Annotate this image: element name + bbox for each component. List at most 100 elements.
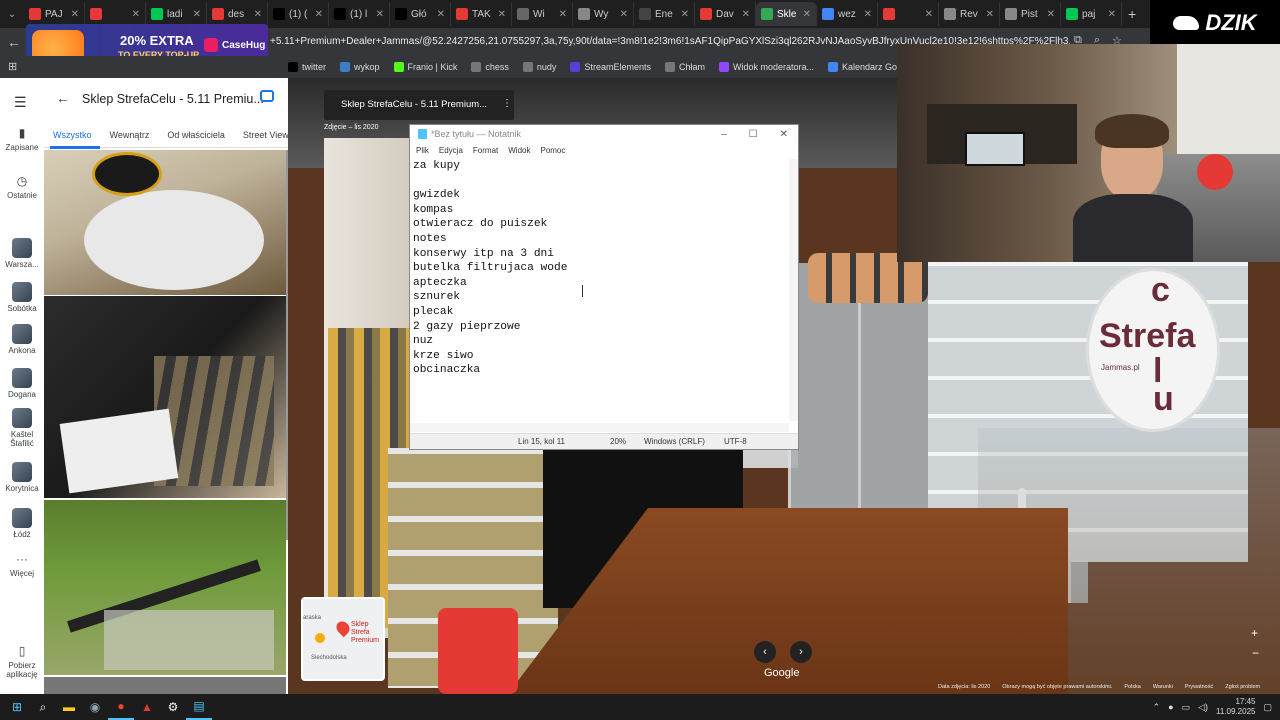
- tab-close-icon[interactable]: ✕: [132, 9, 140, 20]
- photo-rifle[interactable]: [44, 500, 286, 675]
- settings-icon[interactable]: ⚙: [160, 694, 186, 720]
- tab-close-icon[interactable]: ✕: [559, 9, 567, 20]
- app-icon-2[interactable]: ▲: [134, 694, 160, 720]
- browser-tab[interactable]: (1) (✕: [268, 2, 329, 26]
- tab-close-icon[interactable]: ✕: [803, 9, 811, 20]
- file-explorer-icon[interactable]: ▬: [56, 694, 82, 720]
- rail-item[interactable]: ▯ Pobierz aplikację: [0, 644, 44, 679]
- minimap[interactable]: araska Sklep Strefa Premium Siechodolska: [301, 597, 385, 681]
- tab-close-icon[interactable]: ✕: [742, 9, 750, 20]
- rail-item[interactable]: Dogana: [0, 368, 44, 399]
- network-icon[interactable]: ▭: [1182, 702, 1191, 713]
- rail-item[interactable]: ▮ Zapisane: [0, 126, 44, 152]
- search-icon[interactable]: ⌕: [30, 694, 56, 720]
- rail-item[interactable]: Sobótka: [0, 282, 44, 313]
- browser-tab[interactable]: Głó ✕: [390, 2, 451, 26]
- photo-next[interactable]: [44, 677, 286, 694]
- notepad-hscrollbar[interactable]: [410, 423, 789, 432]
- tab-close-icon[interactable]: ✕: [1047, 9, 1055, 20]
- browser-tab[interactable]: des ✕: [207, 2, 268, 26]
- bookmark-item[interactable]: chess: [471, 62, 509, 72]
- browser-tab[interactable]: ✕: [878, 2, 939, 26]
- notepad-menu-item[interactable]: Pomoc: [540, 146, 565, 155]
- browser-tab[interactable]: Wi ✕: [512, 2, 573, 26]
- rail-item[interactable]: Warsza...: [0, 238, 44, 269]
- tab-close-icon[interactable]: ✕: [315, 9, 323, 20]
- rail-item[interactable]: Łódź: [0, 508, 44, 539]
- sv-next-button[interactable]: ›: [790, 641, 812, 663]
- tab-close-icon[interactable]: ✕: [925, 9, 933, 20]
- sv-card-more-icon[interactable]: ⋮: [502, 98, 512, 109]
- rail-item[interactable]: ◷ Ostatnie: [0, 174, 44, 200]
- sv-footer-link[interactable]: Zgłoś problem: [1225, 684, 1260, 690]
- rail-item[interactable]: Kaštel Štafilić: [0, 408, 44, 448]
- bookmark-item[interactable]: StreamElements: [570, 62, 651, 72]
- sv-prev-button[interactable]: ‹: [754, 641, 776, 663]
- bookmark-item[interactable]: Widok moderatora...: [718, 62, 814, 72]
- notepad-menu-item[interactable]: Plik: [416, 146, 429, 155]
- tab-close-icon[interactable]: ✕: [1108, 9, 1116, 20]
- browser-tab[interactable]: ladi ✕: [146, 2, 207, 26]
- browser-tab[interactable]: TAK ✕: [451, 2, 512, 26]
- maximize-button[interactable]: ☐: [749, 129, 758, 140]
- notepad-menu-item[interactable]: Edycja: [439, 146, 463, 155]
- zoom-out-button[interactable]: −: [1252, 646, 1259, 660]
- bookmark-item[interactable]: wykop: [340, 62, 380, 72]
- photo-shop-bowl[interactable]: [44, 150, 286, 295]
- close-button[interactable]: ✕: [780, 129, 788, 140]
- photo-tab[interactable]: Street View: [243, 122, 288, 147]
- sv-footer-link[interactable]: Prywatność: [1185, 684, 1213, 690]
- bookmark-item[interactable]: nudy: [522, 62, 556, 72]
- rail-item[interactable]: Korytnica: [0, 462, 44, 493]
- chrome-icon[interactable]: ●: [108, 694, 134, 720]
- browser-tab[interactable]: Wy ✕: [573, 2, 634, 26]
- browser-tab[interactable]: Ene ✕: [634, 2, 695, 26]
- notepad-text-area[interactable]: za kupy gwizdek kompas otwieracz do puis…: [413, 159, 785, 421]
- browser-tab[interactable]: paj ✕: [1061, 2, 1122, 26]
- tab-close-icon[interactable]: ✕: [254, 9, 262, 20]
- zoom-in-button[interactable]: +: [1251, 626, 1258, 640]
- notepad-vscrollbar[interactable]: [789, 159, 798, 421]
- apps-icon[interactable]: ⊞: [8, 60, 17, 73]
- bookmark-item[interactable]: twitter: [288, 62, 326, 72]
- notepad-menu-item[interactable]: Widok: [508, 146, 530, 155]
- clock[interactable]: 17:45 11.09.2025: [1216, 697, 1255, 717]
- sv-footer-link[interactable]: Polska: [1124, 684, 1141, 690]
- browser-tab[interactable]: wez ✕: [817, 2, 878, 26]
- tab-close-icon[interactable]: ✕: [498, 9, 506, 20]
- back-arrow-icon[interactable]: ←: [56, 90, 70, 106]
- browser-tab[interactable]: (1) l ✕: [329, 2, 390, 26]
- tray-chevron-icon[interactable]: ⌃: [1153, 702, 1161, 713]
- bookmark-item[interactable]: Chłam: [664, 62, 705, 72]
- photo-tab[interactable]: Wewnątrz: [110, 122, 150, 147]
- browser-tab[interactable]: Pist ✕: [1000, 2, 1061, 26]
- tab-close-icon[interactable]: ✕: [864, 9, 872, 20]
- tab-search-icon[interactable]: ⌄: [0, 1, 24, 27]
- sv-footer-link[interactable]: Warunki: [1153, 684, 1173, 690]
- browser-tab[interactable]: Rev ✕: [939, 2, 1000, 26]
- browser-tab[interactable]: ✕: [85, 2, 146, 26]
- photo-grips[interactable]: [44, 296, 286, 498]
- back-icon[interactable]: ←: [0, 34, 28, 50]
- tab-close-icon[interactable]: ✕: [193, 9, 201, 20]
- mic-icon[interactable]: ●: [1168, 702, 1173, 712]
- notepad-taskbar-icon[interactable]: ▤: [186, 694, 212, 720]
- app-icon-1[interactable]: ◉: [82, 694, 108, 720]
- rail-item[interactable]: ··· Więcej: [0, 552, 44, 578]
- volume-icon[interactable]: ◁): [1198, 702, 1208, 713]
- add-photo-icon[interactable]: [260, 90, 274, 102]
- tab-close-icon[interactable]: ✕: [620, 9, 628, 20]
- menu-icon[interactable]: ☰: [14, 94, 27, 111]
- tab-close-icon[interactable]: ✕: [71, 9, 79, 20]
- tab-close-icon[interactable]: ✕: [986, 9, 994, 20]
- new-tab-button[interactable]: +: [1122, 6, 1142, 22]
- photo-tab[interactable]: Od właściciela: [167, 122, 225, 147]
- notifications-icon[interactable]: ▢: [1263, 702, 1272, 713]
- tab-close-icon[interactable]: ✕: [681, 9, 689, 20]
- browser-tab[interactable]: Skle ✕: [756, 2, 817, 26]
- notepad-menu-item[interactable]: Format: [473, 146, 498, 155]
- bookmark-item[interactable]: Franio | Kick: [393, 62, 457, 72]
- minimize-button[interactable]: –: [721, 129, 727, 140]
- tab-close-icon[interactable]: ✕: [376, 9, 384, 20]
- start-icon[interactable]: ⊞: [4, 694, 30, 720]
